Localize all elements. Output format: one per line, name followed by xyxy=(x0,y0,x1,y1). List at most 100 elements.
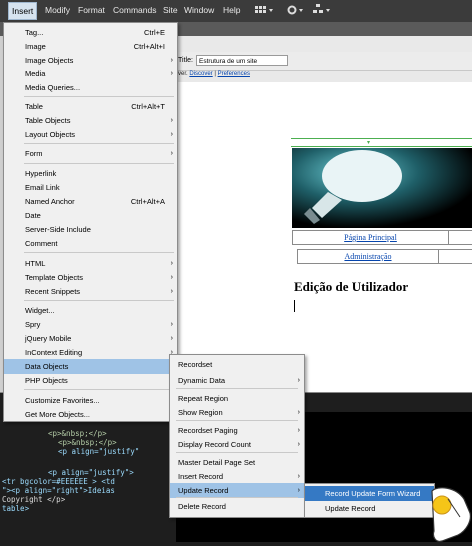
submenu-arrow-icon: › xyxy=(297,377,300,384)
menu-item-label: Update Record xyxy=(325,504,376,513)
data-objects-item-master-detail-page-set[interactable]: Master Detail Page Set xyxy=(170,455,304,470)
insert-menu-item-server-side-include[interactable]: Server-Side Include xyxy=(4,222,177,237)
insert-menu-item-jquery-mobile[interactable]: jQuery Mobile › xyxy=(4,331,177,346)
insert-menu-item-email-link[interactable]: Email Link xyxy=(4,180,177,195)
menu-help[interactable]: Help xyxy=(223,5,240,15)
update-record-item-update-record[interactable]: Update Record xyxy=(305,501,434,516)
insert-menu-item-php-objects[interactable]: PHP Objects› xyxy=(4,373,177,388)
data-objects-item-insert-record[interactable]: Insert Record › xyxy=(170,469,304,484)
nav-cell-empty-2 xyxy=(438,249,472,264)
insert-menu-item-incontext-editing[interactable]: InContext Editing › xyxy=(4,345,177,360)
data-objects-item-display-record-count[interactable]: Display Record Count › xyxy=(170,437,304,452)
menu-item-label: Spry xyxy=(25,320,41,329)
table-guide-top xyxy=(291,138,472,139)
menu-item-label: jQuery Mobile xyxy=(25,334,72,343)
data-objects-item-recordset[interactable]: Recordset xyxy=(170,357,304,372)
insert-menu-item-get-more-objects[interactable]: Get More Objects... xyxy=(4,407,177,422)
menu-item-shortcut: Ctrl+Alt+A xyxy=(130,197,165,206)
code-line: <p align="justify" xyxy=(58,447,140,456)
nav-cell-empty xyxy=(448,230,472,245)
menu-item-label: Form xyxy=(25,149,43,158)
insert-menu-item-comment[interactable]: Comment xyxy=(4,236,177,251)
menu-item-label: Master Detail Page Set xyxy=(178,458,256,467)
menu-insert[interactable]: Insert xyxy=(8,2,38,20)
menu-item-label: Data Objects xyxy=(25,362,69,371)
submenu-arrow-icon: › xyxy=(170,150,173,157)
menu-separator xyxy=(24,389,174,390)
info-separator: | xyxy=(214,71,216,77)
menu-site[interactable]: Site xyxy=(163,5,178,15)
submenu-arrow-icon: › xyxy=(170,131,173,138)
insert-menu-item-media[interactable]: Media › xyxy=(4,66,177,81)
insert-menu-item-widget[interactable]: Widget... xyxy=(4,303,177,318)
menu-item-label: Comment xyxy=(25,239,58,248)
insert-menu-item-image[interactable]: Image Ctrl+Alt+I xyxy=(4,39,177,54)
insert-menu-item-named-anchor[interactable]: Named Anchor Ctrl+Alt+A xyxy=(4,194,177,209)
menu-separator xyxy=(24,300,174,301)
menu-separator xyxy=(176,388,298,389)
submenu-arrow-icon: › xyxy=(297,473,300,480)
menu-separator xyxy=(24,163,174,164)
insert-menu-item-spry[interactable]: Spry › xyxy=(4,317,177,332)
title-input[interactable]: Estrutura de um site xyxy=(196,55,288,66)
mouse-cursor-icon xyxy=(428,487,472,545)
menu-item-label: Hyperlink xyxy=(25,169,57,178)
insert-menu-item-date[interactable]: Date xyxy=(4,208,177,223)
preferences-link[interactable]: Preferences xyxy=(218,71,250,77)
menu-item-label: Show Region xyxy=(178,408,223,417)
insert-menu-item-customize-favorites[interactable]: Customize Favorites... xyxy=(4,393,177,408)
menu-item-label: Update Record xyxy=(178,486,229,495)
menu-item-label: Named Anchor xyxy=(25,197,75,206)
insert-menu-item-table-objects[interactable]: Table Objects › xyxy=(4,113,177,128)
layout-icon[interactable] xyxy=(255,6,275,17)
nav-link-admin[interactable]: Administração xyxy=(297,249,439,264)
insert-menu-item-layout-objects[interactable]: Layout Objects › xyxy=(4,127,177,142)
discover-link[interactable]: Discover xyxy=(189,71,212,77)
menu-item-label: Repeat Region xyxy=(178,394,229,403)
insert-menu-item-form[interactable]: Form › xyxy=(4,146,177,161)
menu-separator xyxy=(176,420,298,421)
info-bar: rver. Discover | Preferences xyxy=(176,71,472,81)
menu-item-label: Email Link xyxy=(25,183,60,192)
data-objects-item-show-region[interactable]: Show Region › xyxy=(170,405,304,420)
submenu-arrow-icon: › xyxy=(170,260,173,267)
menu-item-label: InContext Editing xyxy=(25,348,83,357)
data-objects-item-repeat-region[interactable]: Repeat Region xyxy=(170,391,304,406)
menu-item-label: Dynamic Data xyxy=(178,376,226,385)
menu-separator xyxy=(176,497,298,498)
code-line: <p>&nbsp;</p> xyxy=(48,429,107,438)
insert-menu-item-tag[interactable]: Tag... Ctrl+E xyxy=(4,25,177,40)
menu-separator xyxy=(24,143,174,144)
nav-link-home[interactable]: Página Principal xyxy=(292,230,449,245)
menu-item-label: Media Queries... xyxy=(25,83,81,92)
submenu-arrow-icon: › xyxy=(297,409,300,416)
insert-menu-item-template-objects[interactable]: Template Objects › xyxy=(4,270,177,285)
site-icon[interactable] xyxy=(313,4,333,18)
insert-menu-item-hyperlink[interactable]: Hyperlink xyxy=(4,166,177,181)
data-objects-item-delete-record[interactable]: Delete Record xyxy=(170,499,304,514)
data-objects-item-update-record[interactable]: Update Record › xyxy=(170,483,304,498)
submenu-arrow-icon: › xyxy=(297,441,300,448)
insert-menu-item-media-queries[interactable]: Media Queries... xyxy=(4,80,177,95)
insert-menu-item-recent-snippets[interactable]: Recent Snippets › xyxy=(4,284,177,299)
menu-item-label: Insert Record xyxy=(178,472,224,481)
submenu-arrow-icon: › xyxy=(170,70,173,77)
menu-window[interactable]: Window xyxy=(184,5,214,15)
code-line: <p align="justify"> xyxy=(48,468,134,477)
insert-menu-item-data-objects[interactable]: Data Objects› xyxy=(4,359,177,374)
table-width-marker: ▾ xyxy=(367,140,371,146)
update-record-item-record-update-form-wizard[interactable]: Record Update Form Wizard xyxy=(305,486,434,501)
data-objects-item-dynamic-data[interactable]: Dynamic Data › xyxy=(170,373,304,388)
menu-separator xyxy=(176,452,298,453)
menu-format[interactable]: Format xyxy=(78,5,105,15)
table-guide-bottom xyxy=(291,146,472,147)
data-objects-item-recordset-paging[interactable]: Recordset Paging › xyxy=(170,423,304,438)
gear-icon[interactable] xyxy=(287,5,307,17)
menu-commands[interactable]: Commands xyxy=(113,5,156,15)
menu-modify[interactable]: Modify xyxy=(45,5,70,15)
insert-menu-item-table[interactable]: Table Ctrl+Alt+T xyxy=(4,99,177,114)
insert-menu-item-html[interactable]: HTML › xyxy=(4,256,177,271)
submenu-arrow-icon: › xyxy=(170,117,173,124)
menu-item-label: Display Record Count xyxy=(178,440,251,449)
menu-item-label: Get More Objects... xyxy=(25,410,91,419)
